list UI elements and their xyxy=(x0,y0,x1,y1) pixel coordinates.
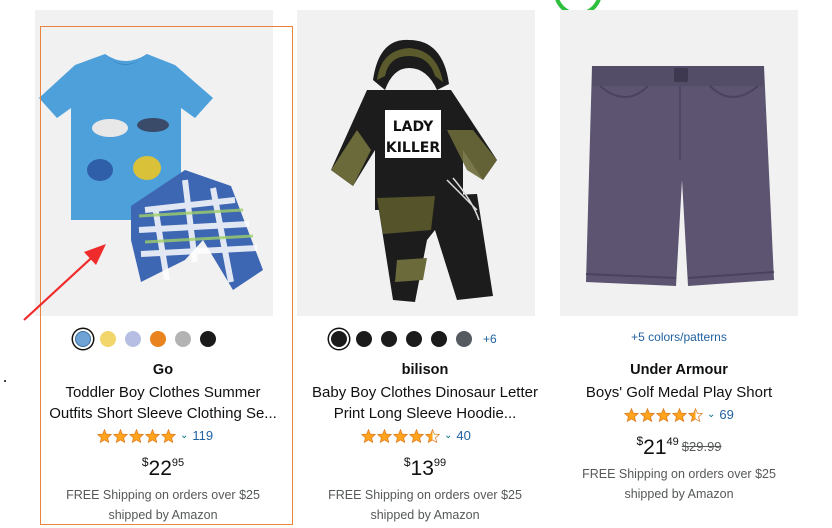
more-swatches-link[interactable]: +6 xyxy=(483,332,497,346)
rating-count[interactable]: 40 xyxy=(456,428,470,443)
red-arrow-annotation xyxy=(23,244,106,321)
price-whole: 22 xyxy=(148,457,172,480)
color-swatch[interactable] xyxy=(150,331,166,347)
product-card-2[interactable]: LADY KILLER +6 bilison Baby Boy Clothes … xyxy=(297,0,553,528)
page-dot xyxy=(4,380,6,382)
chevron-down-icon: ⌄ xyxy=(444,430,453,441)
price-1[interactable]: $2295 xyxy=(35,455,291,481)
color-swatch[interactable] xyxy=(175,331,191,347)
rating-1[interactable]: ⌄ 119 xyxy=(97,428,213,443)
shipping-line: shipped by Amazon xyxy=(624,487,734,501)
color-swatch[interactable] xyxy=(100,331,116,347)
price-whole: 13 xyxy=(410,457,434,480)
brand-name: Under Armour xyxy=(630,362,728,378)
brand-name: bilison xyxy=(401,362,449,378)
rating-3[interactable]: ⌄ 69 xyxy=(624,407,734,422)
color-swatches-1 xyxy=(75,327,216,351)
color-swatch[interactable] xyxy=(456,331,472,347)
star-rating-icon xyxy=(361,428,440,443)
shipping-line: shipped by Amazon xyxy=(108,508,218,522)
shipping-info-2: FREE Shipping on orders over $25 shipped… xyxy=(297,485,553,525)
shipping-line: shipped by Amazon xyxy=(370,508,480,522)
color-swatch[interactable] xyxy=(331,331,347,347)
rating-count[interactable]: 119 xyxy=(192,428,213,443)
chevron-down-icon: ⌄ xyxy=(707,409,716,420)
price-cents: 49 xyxy=(666,436,679,448)
color-swatches-2: +6 xyxy=(331,327,497,351)
price-symbol: $ xyxy=(403,455,411,469)
shipping-line: FREE Shipping on orders over $25 xyxy=(328,488,522,502)
shipping-line: FREE Shipping on orders over $25 xyxy=(582,467,776,481)
price-symbol: $ xyxy=(141,455,149,469)
title-line: Outfits Short Sleeve Clothing Se... xyxy=(49,405,277,422)
product-title-1[interactable]: Toddler Boy Clothes Summer Outfits Short… xyxy=(35,382,291,424)
chevron-down-icon: ⌄ xyxy=(180,430,189,441)
list-price: $29.99 xyxy=(681,439,722,454)
star-rating-icon xyxy=(97,428,176,443)
product-card-3[interactable]: +5 colors/patterns Under Armour Boys' Go… xyxy=(560,0,816,528)
color-swatch[interactable] xyxy=(356,331,372,347)
color-swatch[interactable] xyxy=(200,331,216,347)
title-line: Toddler Boy Clothes Summer xyxy=(65,384,261,401)
price-2[interactable]: $1399 xyxy=(297,455,553,481)
color-swatch[interactable] xyxy=(381,331,397,347)
title-line: Boys' Golf Medal Play Short xyxy=(585,384,773,401)
title-line: Baby Boy Clothes Dinosaur Letter xyxy=(312,384,538,401)
product-image-2[interactable]: LADY KILLER xyxy=(297,10,535,316)
color-swatch[interactable] xyxy=(406,331,422,347)
image-text: LADY xyxy=(393,119,434,135)
color-swatch[interactable] xyxy=(431,331,447,347)
title-line: Print Long Sleeve Hoodie... xyxy=(333,405,517,422)
star-rating-icon xyxy=(624,407,703,422)
price-3[interactable]: $2149 $29.99 xyxy=(560,434,798,460)
shipping-info-3: FREE Shipping on orders over $25 shipped… xyxy=(560,464,798,504)
price-whole: 21 xyxy=(643,436,667,459)
image-text: KILLER xyxy=(386,140,440,156)
shipping-info-1: FREE Shipping on orders over $25 shipped… xyxy=(35,485,291,525)
price-cents: 99 xyxy=(433,457,447,469)
brand-name: Go xyxy=(152,362,174,378)
price-cents: 95 xyxy=(171,457,185,469)
colors-patterns-link[interactable]: +5 colors/patterns xyxy=(560,330,798,344)
color-swatch[interactable] xyxy=(125,331,141,347)
shipping-line: FREE Shipping on orders over $25 xyxy=(66,488,260,502)
rating-count[interactable]: 69 xyxy=(719,407,733,422)
product-title-3[interactable]: Boys' Golf Medal Play Short xyxy=(560,382,798,403)
product-image-3[interactable] xyxy=(560,10,798,316)
rating-2[interactable]: ⌄ 40 xyxy=(361,428,471,443)
color-swatch[interactable] xyxy=(75,331,91,347)
product-title-2[interactable]: Baby Boy Clothes Dinosaur Letter Print L… xyxy=(297,382,553,424)
